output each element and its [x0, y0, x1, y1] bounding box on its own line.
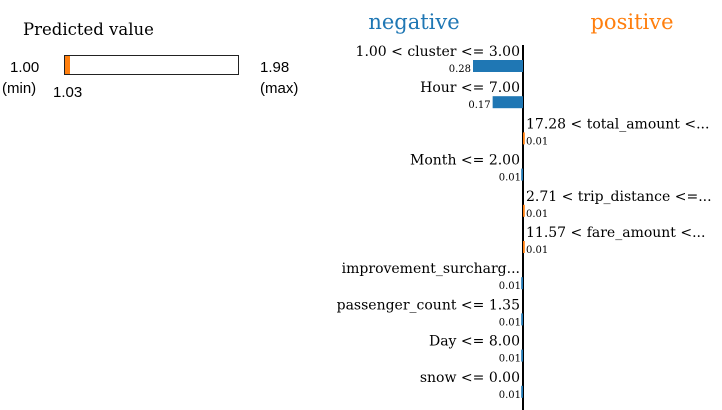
feature-weight-label: 0.17 [468, 100, 490, 111]
feature-bar [523, 241, 525, 253]
feature-bar [521, 385, 523, 398]
feature-weight-label: 0.01 [526, 136, 548, 147]
feature-contribution-chart: negative positive 1.00 < cluster <= 3.00 0.… [337, 10, 712, 410]
feature-bar [523, 204, 525, 217]
feature-weight-label: 0.01 [499, 390, 521, 401]
feature-bar [521, 277, 523, 290]
feature-label: Month <= 2.00 [410, 153, 520, 169]
feature-weight-label: 0.01 [526, 245, 548, 256]
feature-label: snow <= 0.00 [420, 370, 520, 386]
heading-negative: negative [368, 10, 459, 34]
feature-label: improvement_surcharg... [342, 261, 520, 277]
feature-bar [473, 60, 523, 72]
feature-weight-label: 0.01 [499, 317, 521, 328]
feature-bar [521, 168, 523, 181]
heading-positive: positive [590, 10, 673, 34]
feature-label: Hour <= 7.00 [420, 80, 520, 96]
feature-label: Day <= 8.00 [429, 334, 520, 350]
feature-weight-label: 0.28 [449, 64, 471, 75]
feature-bar [523, 132, 525, 145]
feature-label: 11.57 < fare_amount <... [526, 225, 705, 241]
feature-label: passenger_count <= 1.35 [337, 297, 520, 313]
feature-bar [492, 96, 523, 109]
feature-bar [521, 313, 523, 326]
feature-weight-label: 0.01 [526, 209, 548, 220]
feature-weight-label: 0.01 [499, 281, 521, 292]
feature-bar [521, 349, 523, 362]
feature-label: 1.00 < cluster <= 3.00 [356, 44, 520, 60]
feature-label: 2.71 < trip_distance <=... [526, 189, 712, 205]
feature-weight-label: 0.01 [499, 173, 521, 184]
feature-label: 17.28 < total_amount <... [526, 116, 709, 132]
feature-weight-label: 0.01 [499, 354, 521, 365]
